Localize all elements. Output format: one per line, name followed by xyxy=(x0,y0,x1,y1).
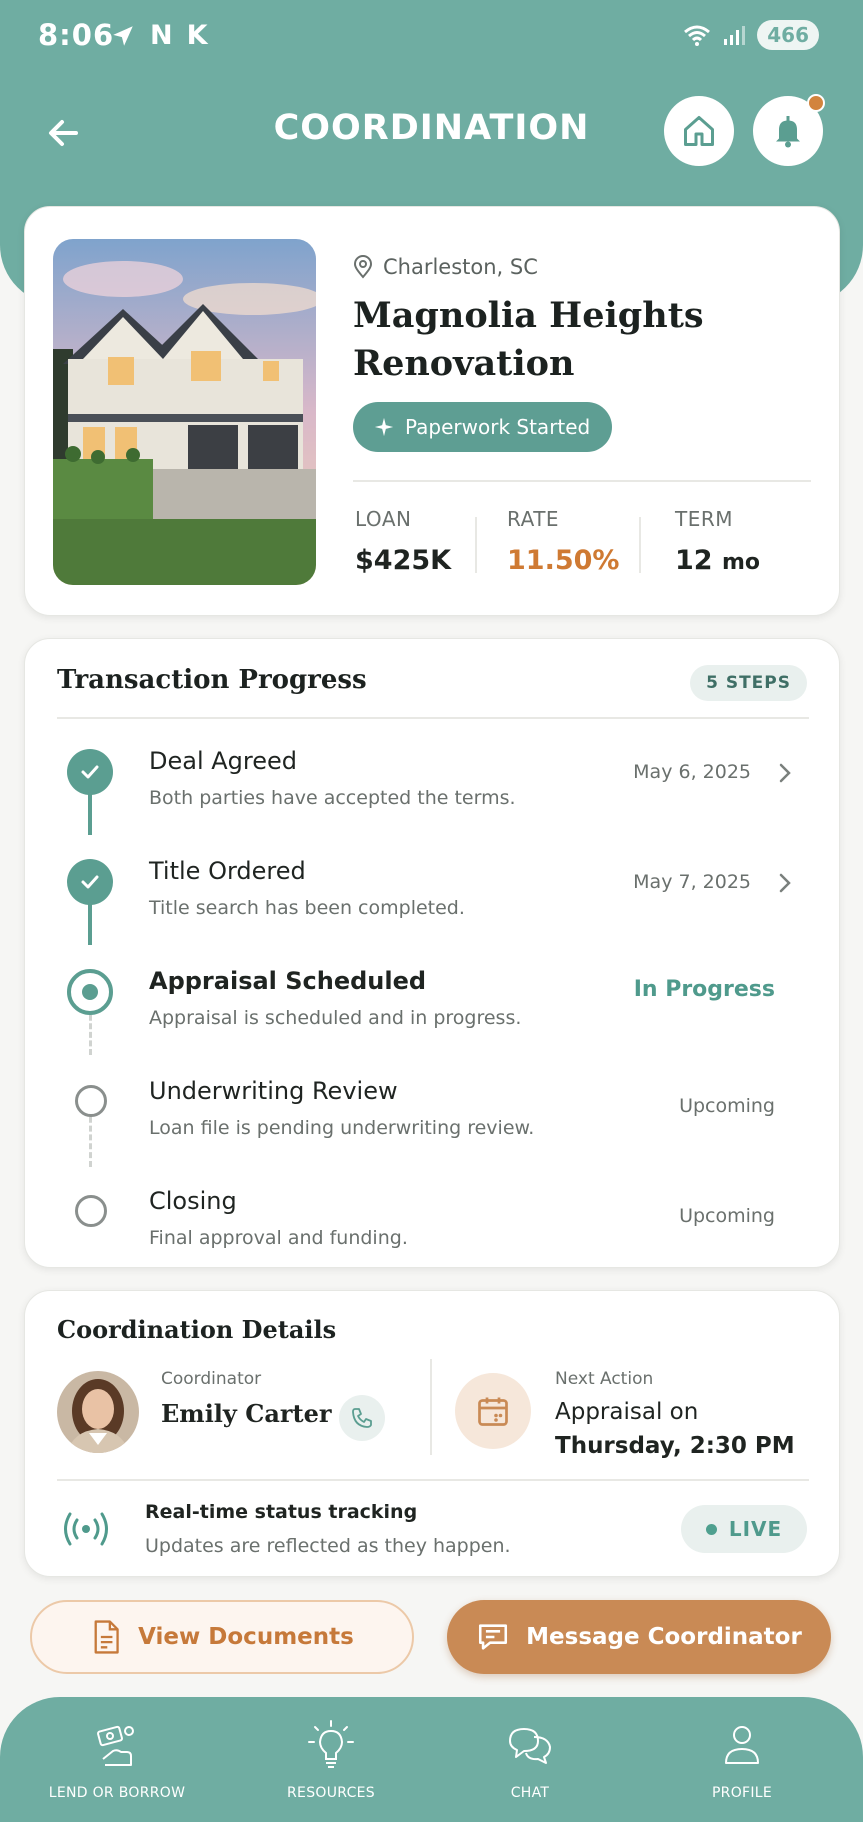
broadcast-icon xyxy=(64,1512,108,1546)
next-action-time: Thursday, 2:30 PM xyxy=(555,1433,795,1459)
calendar-icon xyxy=(478,1397,508,1426)
status-glyph-n: N xyxy=(150,20,173,51)
step-status: Upcoming xyxy=(679,1095,775,1117)
section-title: Transaction Progress xyxy=(57,665,367,695)
message-icon xyxy=(479,1624,508,1650)
tab-label: LEND OR BORROW xyxy=(48,1785,186,1801)
step-status: Upcoming xyxy=(679,1205,775,1227)
step-date: May 6, 2025 xyxy=(633,761,751,783)
tab-lend-or-borrow[interactable]: LEND OR BORROW xyxy=(17,1719,217,1801)
tab-label: CHAT xyxy=(510,1785,550,1801)
section-divider xyxy=(57,717,809,719)
home-icon xyxy=(684,116,714,146)
timeline-step[interactable]: Appraisal Scheduled Appraisal is schedul… xyxy=(25,963,841,1073)
stats-divider xyxy=(353,480,811,482)
timeline-step[interactable]: Deal Agreed Both parties have accepted t… xyxy=(25,743,841,853)
document-icon xyxy=(94,1620,119,1654)
signal-icon xyxy=(724,26,746,45)
step-title: Underwriting Review xyxy=(149,1077,398,1105)
sparkle-icon xyxy=(374,417,394,437)
tab-label: PROFILE xyxy=(711,1785,773,1801)
view-documents-button[interactable]: View Documents xyxy=(30,1600,414,1674)
next-action-label: Next Action xyxy=(555,1369,654,1389)
coordinator-name: Emily Carter xyxy=(161,1399,332,1428)
step-title: Closing xyxy=(149,1187,237,1215)
message-coordinator-label: Message Coordinator xyxy=(526,1624,802,1650)
step-current-icon xyxy=(67,969,113,1015)
tracking-title: Real-time status tracking xyxy=(145,1501,418,1523)
status-glyph-k: K xyxy=(186,20,208,51)
step-title: Appraisal Scheduled xyxy=(149,967,427,995)
map-pin-icon xyxy=(353,255,373,279)
timeline-step[interactable]: Underwriting Review Loan file is pending… xyxy=(25,1073,841,1183)
call-coordinator-button[interactable] xyxy=(339,1395,385,1441)
live-label: LIVE xyxy=(728,1517,783,1541)
avatar xyxy=(57,1371,139,1453)
wifi-icon xyxy=(684,25,711,46)
tab-resources[interactable]: RESOURCES xyxy=(231,1719,431,1801)
hand-money-icon xyxy=(97,1725,134,1766)
lightbulb-icon xyxy=(308,1720,354,1768)
location-arrow-icon xyxy=(113,25,133,46)
status-bar: 8:06 N K 466 xyxy=(0,0,863,70)
message-coordinator-button[interactable]: Message Coordinator xyxy=(447,1600,831,1674)
bell-icon xyxy=(776,116,800,148)
tab-profile[interactable]: PROFILE xyxy=(642,1719,842,1801)
status-badge-label: Paperwork Started xyxy=(405,415,591,439)
step-description: Appraisal is scheduled and in progress. xyxy=(149,1007,522,1029)
step-status: In Progress xyxy=(633,977,775,1002)
tab-label: RESOURCES xyxy=(287,1785,375,1801)
view-documents-label: View Documents xyxy=(138,1624,354,1650)
home-button[interactable] xyxy=(664,96,734,166)
tracking-subtitle: Updates are reflected as they happen. xyxy=(145,1535,511,1557)
transaction-progress-card: Transaction Progress 5 STEPS Deal Agreed… xyxy=(24,638,840,1268)
step-title: Title Ordered xyxy=(149,857,306,885)
step-date: May 7, 2025 xyxy=(633,871,751,893)
property-location: Charleston, SC xyxy=(353,255,538,279)
section-title: Coordination Details xyxy=(57,1315,337,1344)
steps-count-badge: 5 STEPS xyxy=(690,665,807,701)
coordination-details-card: Coordination Details Coordinator Emily C… xyxy=(24,1290,840,1577)
stat-separator xyxy=(639,517,641,573)
next-action-text: Appraisal on xyxy=(555,1399,699,1425)
stat-separator xyxy=(475,517,477,573)
step-upcoming-icon xyxy=(75,1085,107,1117)
step-description: Loan file is pending underwriting review… xyxy=(149,1117,535,1139)
stat-loan: LOAN $425K xyxy=(355,507,452,576)
step-complete-icon xyxy=(67,859,113,905)
live-badge: LIVE xyxy=(681,1505,807,1553)
person-icon xyxy=(725,1726,759,1764)
timeline-step[interactable]: Title Ordered Title search has been comp… xyxy=(25,853,841,963)
step-complete-icon xyxy=(67,749,113,795)
property-photo xyxy=(53,239,316,585)
column-separator xyxy=(430,1359,432,1455)
property-card[interactable]: Charleston, SC Magnolia Heights Renovati… xyxy=(24,206,840,616)
property-name: Magnolia Heights Renovation xyxy=(353,295,704,384)
coordinator-label: Coordinator xyxy=(161,1369,262,1389)
bottom-tab-bar: LEND OR BORROW RESOURCES CHAT PROFILE xyxy=(0,1697,863,1822)
section-divider xyxy=(57,1479,809,1481)
phone-icon xyxy=(352,1408,372,1428)
chevron-right-icon xyxy=(779,873,791,893)
battery-indicator: 466 xyxy=(757,20,819,50)
timeline-step[interactable]: Closing Final approval and funding. Upco… xyxy=(25,1183,841,1293)
calendar-badge xyxy=(455,1373,531,1449)
chevron-right-icon xyxy=(779,763,791,783)
status-time: 8:06 xyxy=(38,18,115,52)
stat-rate: RATE 11.50% xyxy=(507,507,620,576)
tab-chat[interactable]: CHAT xyxy=(430,1719,630,1801)
notification-dot xyxy=(807,94,825,112)
step-description: Final approval and funding. xyxy=(149,1227,408,1249)
notifications-button[interactable] xyxy=(753,94,825,166)
step-description: Both parties have accepted the terms. xyxy=(149,787,516,809)
live-dot xyxy=(705,1523,717,1535)
chat-bubbles-icon xyxy=(509,1728,551,1764)
status-badge: Paperwork Started xyxy=(353,402,613,452)
step-upcoming-icon xyxy=(75,1195,107,1227)
step-description: Title search has been completed. xyxy=(149,897,465,919)
stat-term: TERM 12 mo xyxy=(675,507,761,576)
location-text: Charleston, SC xyxy=(383,255,538,279)
step-title: Deal Agreed xyxy=(149,747,298,775)
